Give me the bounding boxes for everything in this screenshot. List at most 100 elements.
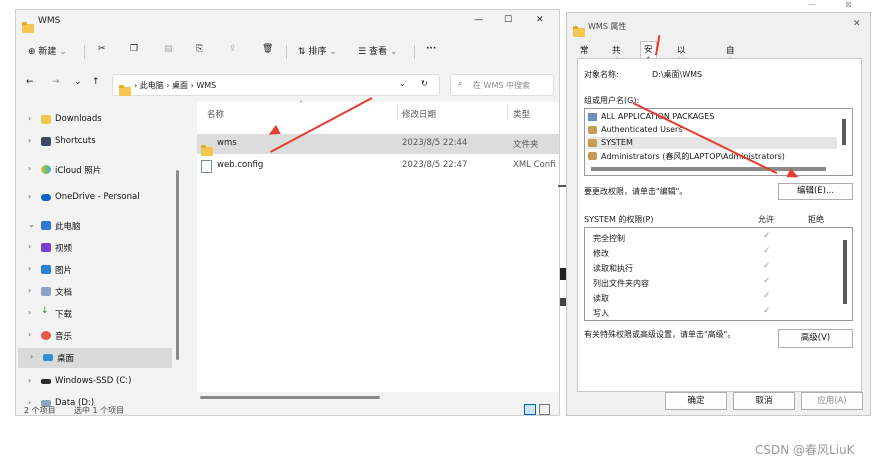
shortcuts-icon (41, 137, 51, 146)
advanced-button[interactable]: 高级(V) (778, 329, 853, 348)
check-icon: ✓ (763, 246, 771, 256)
address-bar[interactable]: › 此电脑 › 桌面 › WMS ⌄ ↻ (112, 74, 440, 96)
tab-customize[interactable]: 自定义 (723, 43, 738, 80)
folder-icon (41, 115, 51, 124)
desktop-icon (43, 354, 53, 361)
explorer-titlebar: WMS — ☐ ✕ (16, 10, 559, 34)
chevron-right-icon[interactable]: › (28, 164, 31, 173)
horizontal-scrollbar[interactable] (200, 396, 552, 400)
view-icon: ☰ (358, 47, 367, 57)
search-box[interactable]: ⌕ 在 WMS 中搜索 (450, 74, 554, 96)
nav-item-downloads-pc[interactable]: › ↓ 下载 (16, 304, 176, 324)
check-icon: ✓ (763, 306, 771, 316)
chevron-right-icon[interactable]: › (28, 286, 31, 295)
watermark: CSDN @春风LiuK (755, 443, 855, 457)
file-list: 名称 ˄ 修改日期 类型 wms 2023/8/5 22:44 文件夹 web.… (197, 100, 559, 392)
column-header-type[interactable]: 类型 (513, 108, 530, 120)
tab-sharing[interactable]: 共享 (609, 43, 624, 68)
breadcrumb-desktop[interactable]: 桌面 (172, 81, 188, 90)
chevron-right-icon[interactable]: › (28, 114, 31, 123)
permissions-list[interactable]: 完全控制 ✓ 修改 ✓ 读取和执行 ✓ 列出文件夹内容 ✓ 读取 ✓ 写入 ✓ (584, 227, 853, 321)
chevron-right-icon[interactable]: › (30, 352, 33, 361)
file-row-webconfig[interactable]: web.config 2023/8/5 22:47 XML Confi (197, 156, 559, 176)
file-row-wms[interactable]: wms 2023/8/5 22:44 文件夹 (197, 134, 559, 156)
breadcrumb-wms[interactable]: WMS (196, 81, 216, 90)
users-listbox[interactable]: ALL APPLICATION PACKAGES Authenticated U… (584, 108, 853, 176)
tiles-view-icon[interactable] (539, 404, 550, 415)
details-view-icon[interactable] (524, 404, 536, 415)
permissions-scrollbar[interactable] (843, 240, 847, 304)
ok-button[interactable]: 确定 (665, 392, 727, 410)
nav-item-documents[interactable]: › 文档 (16, 282, 176, 302)
config-file-icon (201, 160, 212, 173)
nav-item-shortcuts[interactable]: › Shortcuts (16, 132, 176, 152)
user-row[interactable]: Administrators (春风的LAPTOP\Administrators… (587, 150, 837, 162)
nav-item-pictures[interactable]: › 图片 (16, 260, 176, 280)
chevron-right-icon[interactable]: › (28, 242, 31, 251)
chevron-right-icon[interactable]: › (28, 192, 31, 201)
column-divider (397, 104, 398, 120)
check-icon: ✓ (763, 261, 771, 271)
column-header-name[interactable]: 名称 (207, 108, 224, 120)
forward-arrow-icon[interactable]: → (52, 77, 60, 87)
video-icon (41, 243, 51, 252)
user-row[interactable]: Authenticated Users (587, 124, 837, 136)
cut-icon[interactable]: ✂ (98, 44, 106, 54)
nav-item-c-drive[interactable]: › Windows-SSD (C:) (16, 372, 176, 392)
sort-button[interactable]: ⇅ 排序 ⌄ (298, 44, 337, 57)
change-permissions-hint: 要更改权限，请单击"编辑"。 (584, 187, 688, 196)
chevron-right-icon[interactable]: › (28, 376, 31, 385)
nav-item-videos[interactable]: › 视频 (16, 238, 176, 258)
apply-button[interactable]: 应用(A) (801, 392, 863, 410)
scroll-thumb[interactable] (200, 396, 380, 399)
chevron-right-icon[interactable]: › (28, 308, 31, 317)
chevron-right-icon[interactable]: › (28, 136, 31, 145)
paste-icon[interactable]: ▤ (164, 44, 173, 54)
user-row[interactable]: ALL APPLICATION PACKAGES (587, 111, 837, 123)
edit-button[interactable]: 编辑(E)... (778, 183, 853, 200)
status-bar: 2 个项目 选中 1 个项目 (16, 404, 559, 415)
list-scrollbar[interactable] (842, 119, 846, 145)
new-button[interactable]: ⊕ 新建 ⌄ (28, 44, 67, 57)
chevron-down-icon[interactable]: ⌄ (28, 220, 35, 229)
nav-scrollbar[interactable] (176, 170, 179, 360)
chevron-right-icon[interactable]: › (28, 330, 31, 339)
more-button[interactable]: ··· (426, 44, 436, 54)
view-button[interactable]: ☰ 查看 ⌄ (358, 44, 397, 57)
tab-general[interactable]: 常规 (577, 43, 592, 68)
nav-item-this-pc[interactable]: ⌄ 此电脑 (16, 216, 176, 236)
onedrive-icon (41, 194, 51, 201)
nav-item-music[interactable]: › 音乐 (16, 326, 176, 346)
allow-column-label: 允许 (758, 215, 774, 224)
window-title: WMS (38, 16, 61, 26)
background-text-fragment (560, 268, 566, 280)
back-arrow-icon[interactable]: ← (26, 77, 34, 87)
recent-chevron-icon[interactable]: ⌄ (74, 77, 82, 87)
user-name: Administrators (春风的LAPTOP\Administrators… (601, 152, 785, 161)
nav-item-icloud[interactable]: › iCloud 照片 (16, 160, 176, 180)
divider (286, 45, 287, 59)
check-icon: ✓ (763, 231, 771, 241)
dialog-close-button[interactable]: ✕ (853, 19, 861, 29)
permissions-label: SYSTEM 的权限(P) (584, 215, 654, 224)
chevron-down-icon[interactable]: ⌄ (399, 79, 406, 88)
breadcrumb-this-pc[interactable]: 此电脑 (140, 81, 164, 90)
chevron-right-icon[interactable]: › (28, 264, 31, 273)
share-icon[interactable]: ⇪ (229, 44, 237, 54)
column-header-date[interactable]: 修改日期 (402, 108, 436, 120)
delete-icon[interactable]: 🗑 (262, 44, 273, 54)
tab-previous-versions[interactable]: 以前的版本 (674, 43, 689, 104)
permission-list-folder: 列出文件夹内容 (593, 279, 649, 288)
nav-item-onedrive[interactable]: › OneDrive - Personal (16, 188, 176, 208)
cancel-button[interactable]: 取消 (733, 392, 795, 410)
refresh-icon[interactable]: ↻ (421, 79, 428, 88)
address-row: ← → ⌄ ↑ › 此电脑 › 桌面 › WMS ⌄ ↻ ⌕ 在 WMS 中搜索 (16, 72, 559, 98)
close-button[interactable]: ✕ (536, 15, 544, 25)
maximize-button[interactable]: ☐ (504, 15, 512, 25)
rename-icon[interactable]: ⎘ (196, 44, 203, 54)
copy-icon[interactable]: ❐ (130, 44, 138, 54)
nav-item-desktop[interactable]: › 桌面 (18, 348, 172, 368)
up-arrow-icon[interactable]: ↑ (92, 77, 100, 87)
nav-item-downloads[interactable]: › Downloads (16, 110, 176, 130)
minimize-button[interactable]: — (474, 15, 483, 25)
